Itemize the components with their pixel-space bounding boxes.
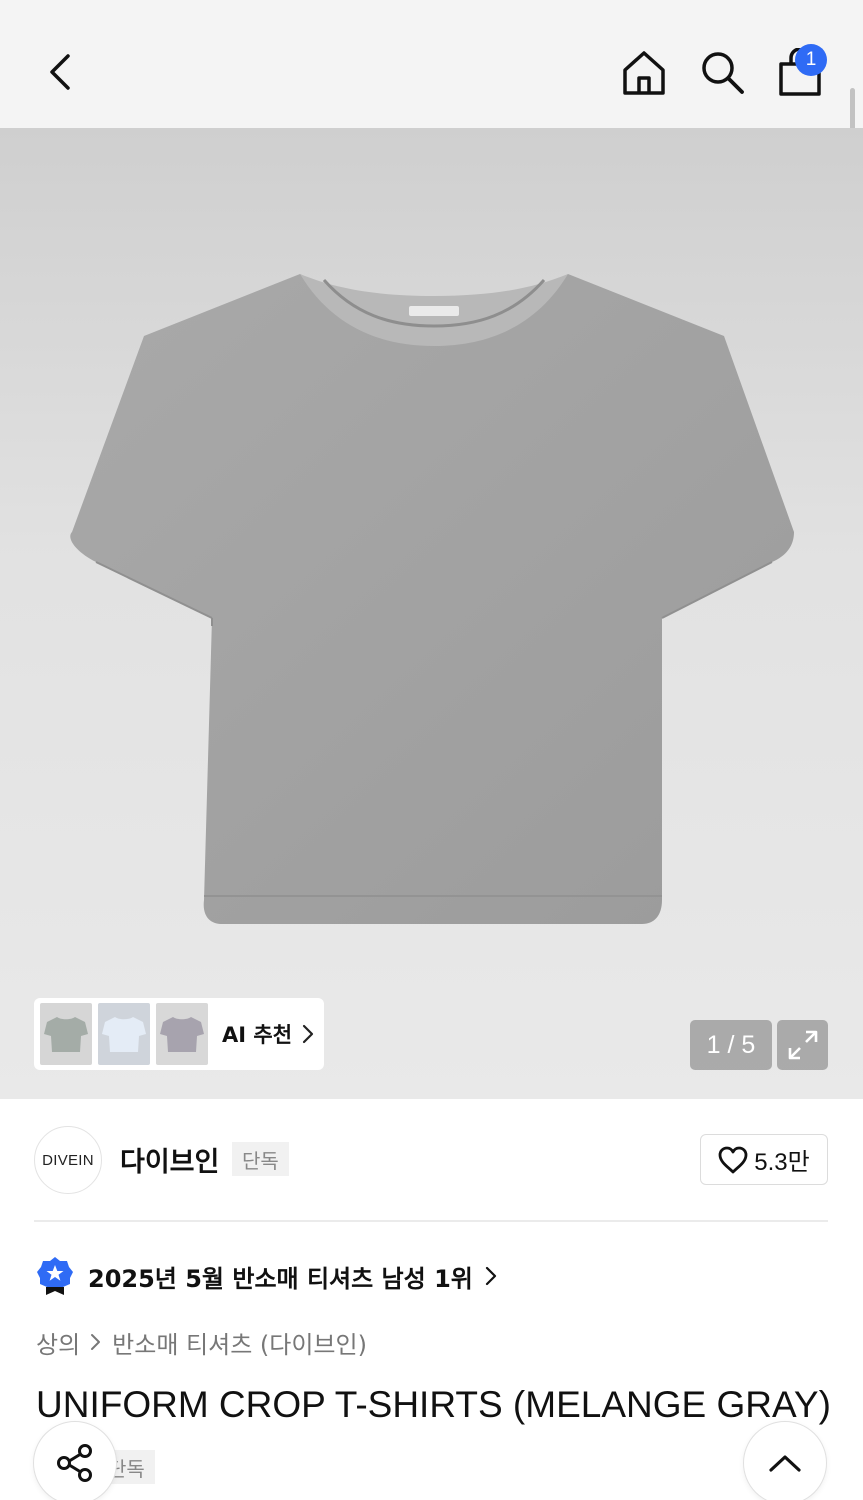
heart-icon	[718, 1146, 748, 1173]
cart-count-badge: 1	[795, 44, 827, 76]
ranking-text: 2025년 5월 반소매 티셔츠 남성 1위	[88, 1264, 473, 1293]
share-icon	[57, 1444, 92, 1482]
home-icon	[623, 51, 665, 95]
ai-recommend-label: AI 추천	[222, 1023, 293, 1047]
search-icon	[702, 52, 744, 94]
ai-recommendation-card[interactable]: AI 추천	[34, 998, 324, 1070]
breadcrumb-subcategory[interactable]: 반소매 티셔츠 (다이브인)	[112, 1325, 367, 1360]
chevron-left-icon	[50, 54, 70, 90]
section-divider	[34, 1220, 828, 1222]
tshirt-product-image	[70, 274, 795, 924]
search-button[interactable]	[694, 44, 750, 100]
top-navigation-bar: 1	[0, 0, 863, 128]
chevron-right-icon	[91, 1334, 101, 1350]
share-button[interactable]	[33, 1421, 117, 1500]
recommend-thumbnail[interactable]	[156, 1003, 208, 1065]
tshirt-thumbnail-icon	[44, 1017, 88, 1052]
breadcrumb: 상의 반소매 티셔츠 (다이브인)	[36, 1324, 367, 1360]
recommend-thumbnail[interactable]	[40, 1003, 92, 1065]
image-counter: 1 / 5	[690, 1020, 772, 1070]
exclusive-badge: 단독	[232, 1142, 289, 1176]
brand-logo[interactable]: DIVEIN	[34, 1126, 102, 1194]
scroll-to-top-button[interactable]	[743, 1421, 827, 1500]
chevron-right-icon	[302, 1024, 314, 1044]
tshirt-thumbnail-icon	[102, 1017, 146, 1052]
like-button[interactable]: 5.3만	[700, 1134, 828, 1185]
chevron-up-icon	[769, 1455, 801, 1472]
recommend-thumbnail[interactable]	[98, 1003, 150, 1065]
tshirt-thumbnail-icon	[160, 1017, 204, 1052]
ranking-link[interactable]: 2025년 5월 반소매 티셔츠 남성 1위	[36, 1256, 497, 1296]
expand-icon	[788, 1030, 817, 1060]
back-button[interactable]	[36, 46, 86, 98]
like-count: 5.3만	[754, 1149, 810, 1176]
home-button[interactable]	[616, 44, 672, 100]
brand-name[interactable]: 다이브인	[120, 1140, 219, 1179]
chevron-right-icon	[485, 1266, 496, 1286]
product-image-gallery[interactable]: AI 추천 1 / 5	[0, 128, 863, 1099]
breadcrumb-category[interactable]: 상의	[36, 1325, 80, 1360]
ranking-medal-icon	[37, 1257, 73, 1295]
expand-image-button[interactable]	[777, 1020, 828, 1070]
product-title: UNIFORM CROP T-SHIRTS (MELANGE GRAY)	[36, 1384, 831, 1425]
